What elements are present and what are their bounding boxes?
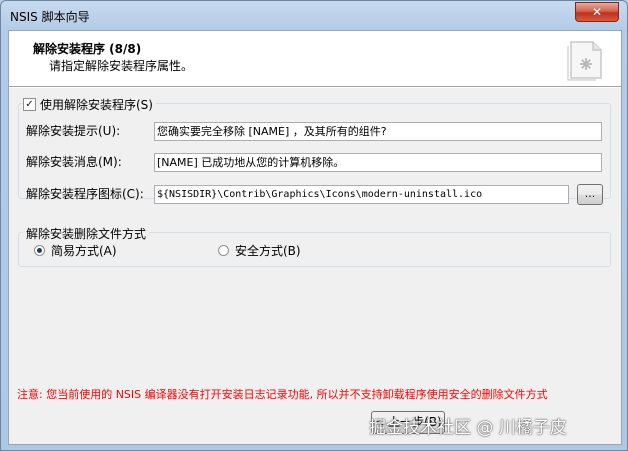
uninstall-message-input[interactable]: [NAME] 已成功地从您的计算机移除。 xyxy=(154,153,602,172)
browse-icon-button[interactable]: ... xyxy=(577,184,603,205)
wizard-window: NSIS 脚本向导 ✕ 解除安装程序 (8/8) 请指定解除安装程序属性。 ✓ … xyxy=(0,0,628,451)
radio-simple-dot[interactable] xyxy=(34,245,45,256)
wizard-client-area: 解除安装程序 (8/8) 请指定解除安装程序属性。 ✓ 使用解除安装程序(S) … xyxy=(8,30,622,445)
radio-secure-label: 安全方式(B) xyxy=(235,244,301,258)
delete-mode-legend: 解除安装删除文件方式 xyxy=(23,225,150,242)
uninstall-prompt-input[interactable]: 您确实要完全移除 [NAME] ，及其所有的组件? xyxy=(154,122,602,141)
uninstall-prompt-label: 解除安装提示(U): xyxy=(26,124,121,138)
watermark-text: 掘金技术社区 @ 川橘子皮 xyxy=(369,418,567,438)
uninstall-message-label: 解除安装消息(M): xyxy=(26,155,122,169)
header-divider xyxy=(9,87,621,88)
uninstaller-icon-label: 解除安装程序图标(C): xyxy=(26,187,144,201)
window-title: NSIS 脚本向导 xyxy=(10,10,90,24)
installer-document-icon xyxy=(567,41,602,81)
radio-secure-mode[interactable]: 安全方式(B) xyxy=(218,242,301,259)
logging-warning-note: 注意: 您当前使用的 NSIS 编译器没有打开安装日志记录功能, 所以并不支持卸… xyxy=(17,388,548,401)
use-uninstaller-checkbox-row[interactable]: ✓ 使用解除安装程序(S) xyxy=(23,96,156,113)
radio-simple-mode[interactable]: 简易方式(A) xyxy=(34,242,117,259)
uninstaller-icon-input[interactable]: ${NSISDIR}\Contrib\Graphics\Icons\modern… xyxy=(154,185,569,204)
wizard-header: 解除安装程序 (8/8) 请指定解除安装程序属性。 xyxy=(9,31,621,87)
use-uninstaller-checkbox[interactable]: ✓ xyxy=(23,98,36,111)
page-subtitle: 请指定解除安装程序属性。 xyxy=(49,59,194,73)
radio-simple-label: 简易方式(A) xyxy=(51,244,117,258)
radio-secure-dot[interactable] xyxy=(218,245,229,256)
page-title: 解除安装程序 (8/8) xyxy=(33,42,142,56)
close-button[interactable]: ✕ xyxy=(575,2,619,22)
use-uninstaller-label: 使用解除安装程序(S) xyxy=(40,98,153,112)
